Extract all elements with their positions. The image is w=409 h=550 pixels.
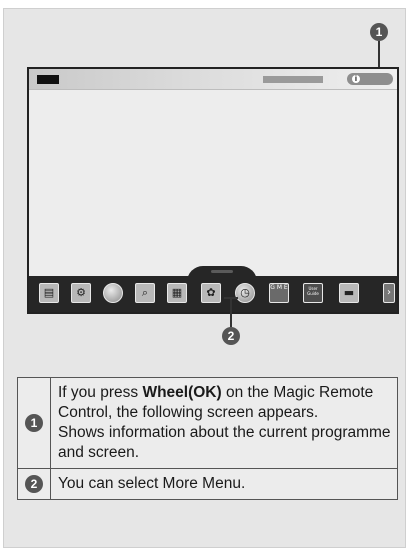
row-text-cell: You can select More Menu. [50, 468, 398, 500]
games-icon[interactable]: G M E [269, 283, 289, 303]
table-row: 2 You can select More Menu. [17, 468, 398, 500]
settings-icon[interactable]: ⚙ [71, 283, 91, 303]
input-icon[interactable]: ▬ [339, 283, 359, 303]
callout-2-leader [230, 297, 232, 327]
callout-2-badge: 2 [222, 327, 240, 345]
info-button[interactable]: i [347, 73, 393, 85]
callout-2-tick [224, 297, 238, 299]
description-table: 1 If you press Wheel(OK) on the Magic Re… [17, 377, 398, 500]
time-icon[interactable]: ◷ [235, 283, 255, 303]
callout-1-icon: 1 [25, 414, 43, 432]
internet-icon[interactable] [103, 283, 123, 303]
epg-icon[interactable]: ▦ [167, 283, 187, 303]
table-row: 1 If you press Wheel(OK) on the Magic Re… [17, 377, 398, 469]
tv-screen: i ▤ ⚙ ⌕ ▦ ✿ ◷ G M E User Guide ▬ › [27, 67, 399, 314]
tv-illustration: 1 i ▤ ⚙ ⌕ ▦ ✿ ◷ G M E User Guide ▬ › 2 [4, 9, 407, 364]
row-text-cell: If you press Wheel(OK) on the Magic Remo… [50, 377, 398, 469]
premium-icon[interactable]: ▤ [39, 283, 59, 303]
user-guide-icon[interactable]: User Guide [303, 283, 323, 303]
info-bar: i [29, 69, 397, 90]
info-icon: i [352, 75, 360, 83]
row-number-cell: 2 [17, 468, 51, 500]
photo-icon[interactable]: ✿ [201, 283, 221, 303]
row-number-cell: 1 [17, 377, 51, 469]
row-2-text: You can select More Menu. [58, 475, 246, 492]
row-1-line-2: Shows information about the current prog… [58, 424, 391, 461]
channel-block [37, 75, 59, 84]
more-menu-bar: ▤ ⚙ ⌕ ▦ ✿ ◷ G M E User Guide ▬ › [29, 276, 397, 312]
callout-1-badge: 1 [370, 23, 388, 41]
callout-2-icon: 2 [25, 475, 43, 493]
search-icon[interactable]: ⌕ [135, 283, 155, 303]
manual-frame: 1 i ▤ ⚙ ⌕ ▦ ✿ ◷ G M E User Guide ▬ › 2 1… [3, 8, 406, 548]
row-1-text-pre: If you press [58, 384, 143, 401]
row-1-bold-key: Wheel(OK) [142, 384, 222, 401]
programme-slot [263, 76, 323, 83]
more-icon[interactable]: › [383, 283, 395, 303]
